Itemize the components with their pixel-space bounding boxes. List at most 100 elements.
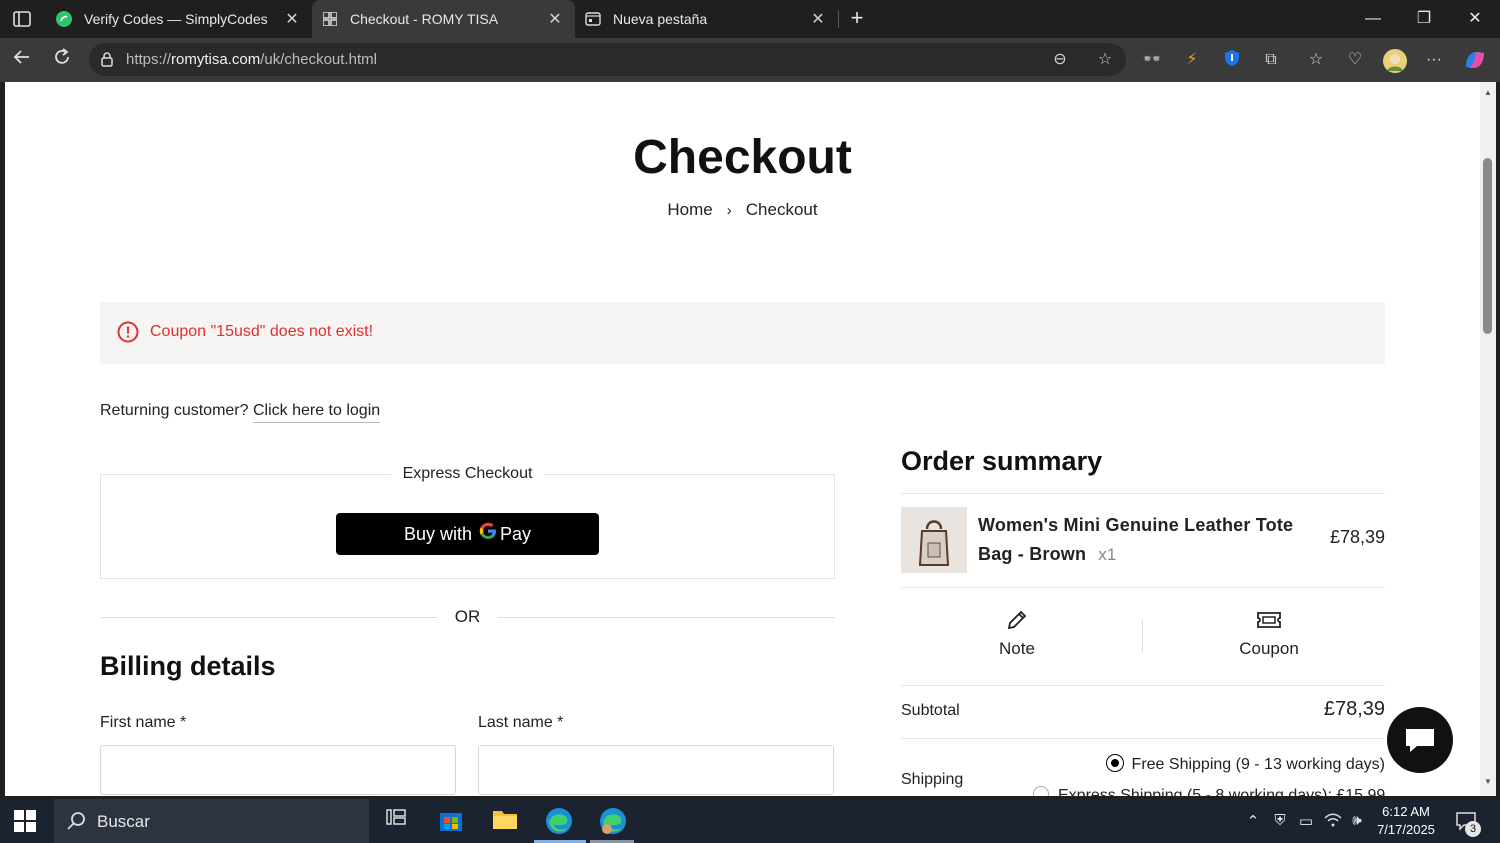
summary-divider — [901, 738, 1385, 739]
shipping-label: Shipping — [901, 771, 964, 788]
tab-simplycodes[interactable]: Verify Codes — SimplyCodes ✕ — [46, 0, 312, 38]
copilot-icon[interactable] — [1463, 49, 1485, 71]
system-clock[interactable]: 6:12 AM 7/17/2025 — [1370, 803, 1442, 839]
divider-right — [498, 617, 835, 618]
scrollbar-thumb[interactable] — [1483, 158, 1492, 334]
summary-divider — [901, 493, 1385, 494]
radio-unselected[interactable] — [1033, 786, 1049, 796]
edge-profile-icon[interactable] — [598, 807, 628, 835]
file-explorer-icon[interactable] — [490, 807, 520, 835]
close-tab-icon[interactable]: ✕ — [808, 9, 828, 29]
more-menu-icon[interactable]: ··· — [1423, 49, 1445, 71]
simplycodes-favicon-icon — [56, 11, 72, 27]
radio-selected[interactable] — [1106, 755, 1123, 771]
returning-customer: Returning customer? Click here to login — [100, 402, 381, 423]
tab-divider — [838, 10, 839, 28]
tab-title: Nueva pestaña — [613, 11, 708, 27]
shipping-option-free[interactable]: Free Shipping (9 - 13 working days) — [1106, 755, 1385, 774]
billing-details-heading: Billing details — [100, 651, 276, 681]
summary-divider — [901, 587, 1385, 588]
add-coupon-button[interactable]: Coupon — [1199, 607, 1339, 659]
last-name-field[interactable] — [478, 745, 834, 795]
browser-tab-bar: Verify Codes — SimplyCodes ✕ Checkout - … — [0, 0, 1500, 38]
battery-icon[interactable]: ▭ — [1296, 812, 1316, 830]
summary-divider — [901, 685, 1385, 686]
extension-glasses-icon[interactable]: 👓 — [1141, 49, 1163, 71]
breadcrumb-current: Checkout — [745, 200, 818, 219]
close-window-icon[interactable]: ✕ — [1455, 6, 1495, 32]
extension-bolt-icon[interactable]: ⚡ — [1181, 49, 1203, 71]
first-name-field[interactable] — [100, 745, 456, 795]
gpay-prefix: Buy with — [403, 523, 472, 544]
show-hidden-icons-chevron-icon[interactable]: ⌃ — [1243, 812, 1263, 830]
new-tab-page-icon — [585, 11, 601, 27]
tab-title: Checkout - ROMY TISA — [350, 11, 499, 27]
express-checkout-label: Express Checkout — [100, 465, 835, 483]
browser-essentials-icon[interactable]: ♡ — [1344, 49, 1366, 71]
reload-icon[interactable] — [49, 47, 75, 73]
romytisa-favicon-icon — [322, 11, 338, 27]
notification-count-badge: 3 — [1465, 821, 1481, 837]
task-view-icon[interactable] — [381, 807, 411, 835]
page-viewport: Checkout Home › Checkout Coupon "15usd" do… — [5, 82, 1480, 796]
order-summary-heading: Order summary — [901, 446, 1103, 476]
add-note-button[interactable]: Note — [947, 607, 1087, 659]
windows-taskbar: Buscar ⌃ ⛨ ▭ 🕪 6:12 AM 7/17/2025 3 — [0, 799, 1500, 843]
close-tab-icon[interactable]: ✕ — [282, 9, 302, 29]
last-name-label: Last name * — [478, 714, 564, 731]
google-g-icon — [479, 522, 497, 546]
note-label: Note — [999, 639, 1035, 658]
product-quantity: x1 — [1098, 545, 1117, 564]
chat-widget-button[interactable] — [1387, 707, 1453, 773]
google-pay-button[interactable]: Buy with Pay — [336, 513, 599, 555]
product-name[interactable]: Women's Mini Genuine Leather Tote Bag - … — [978, 511, 1308, 569]
minimize-icon[interactable]: — — [1353, 6, 1393, 32]
product-price: £78,39 — [1329, 527, 1385, 547]
extensions-puzzle-icon[interactable]: ⧉ — [1260, 49, 1282, 71]
address-bar[interactable]: https://romytisa.com/uk/checkout.html ⊖ … — [89, 43, 1126, 76]
returning-prompt: Returning customer? — [100, 402, 249, 419]
clock-time: 6:12 AM — [1382, 804, 1430, 819]
tab-romytisa[interactable]: Checkout - ROMY TISA ✕ — [312, 0, 575, 38]
taskbar-search[interactable]: Buscar — [54, 799, 369, 843]
lock-icon[interactable] — [99, 51, 115, 67]
pencil-icon — [947, 607, 1087, 633]
subtotal-value: £78,39 — [1323, 698, 1385, 720]
page-title: Checkout — [633, 131, 852, 184]
url-text: https://romytisa.com/uk/checkout.html — [126, 51, 377, 68]
tab-new-tab[interactable]: Nueva pestaña ✕ — [575, 0, 838, 38]
shipping-option-express[interactable]: Express Shipping (5 - 8 working days): £… — [1033, 786, 1385, 796]
or-separator: OR — [454, 607, 481, 626]
login-link[interactable]: Click here to login — [252, 402, 381, 423]
edge-browser-icon[interactable] — [544, 807, 574, 835]
reading-mode-icon[interactable]: ⊖ — [1049, 49, 1071, 71]
restore-icon[interactable]: ❐ — [1404, 6, 1444, 32]
button-divider — [1142, 620, 1143, 652]
wifi-icon[interactable] — [1323, 812, 1343, 832]
profile-avatar-icon[interactable] — [1383, 49, 1407, 73]
breadcrumb: Home › Checkout — [5, 200, 1480, 220]
product-image — [901, 507, 967, 573]
scroll-up-arrow-icon[interactable]: ▲ — [1482, 88, 1494, 98]
tab-actions-icon[interactable] — [10, 8, 34, 30]
first-name-label: First name * — [100, 714, 187, 731]
page-scrollbar[interactable]: ▲ ▼ — [1480, 82, 1496, 796]
security-tray-icon[interactable]: ⛨ — [1270, 812, 1290, 829]
volume-icon[interactable]: 🕪 — [1347, 812, 1367, 829]
ticket-icon — [1199, 607, 1339, 633]
windows-start-icon[interactable] — [14, 810, 36, 832]
scroll-down-arrow-icon[interactable]: ▼ — [1482, 777, 1494, 787]
close-tab-icon[interactable]: ✕ — [545, 9, 565, 29]
chat-icon — [1406, 729, 1434, 752]
favorite-star-icon[interactable]: ☆ — [1094, 49, 1116, 71]
new-tab-plus-icon[interactable]: + — [845, 7, 869, 31]
back-arrow-icon[interactable] — [9, 47, 35, 73]
coupon-label: Coupon — [1239, 639, 1299, 658]
coupon-error-alert: Coupon "15usd" does not exist! — [100, 302, 1385, 364]
extension-shield-icon[interactable] — [1221, 49, 1243, 71]
divider-left — [100, 617, 437, 618]
gpay-pay-label: Pay — [500, 523, 532, 544]
breadcrumb-home-link[interactable]: Home — [667, 200, 712, 219]
favorites-icon[interactable]: ☆ — [1305, 49, 1327, 71]
microsoft-store-icon[interactable] — [436, 807, 466, 835]
